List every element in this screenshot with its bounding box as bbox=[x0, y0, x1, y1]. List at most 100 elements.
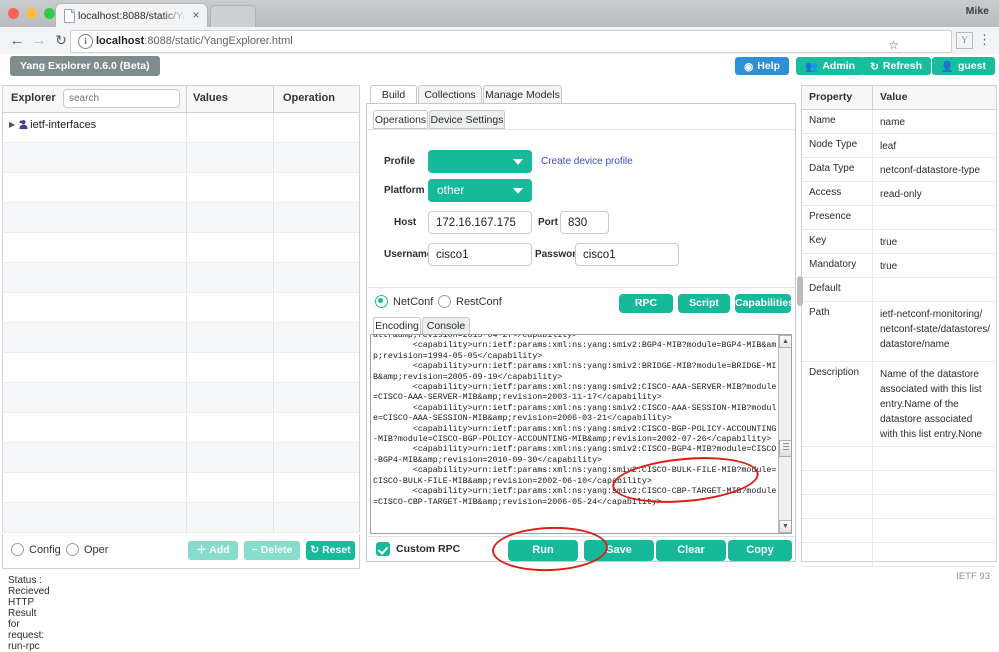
xml-output-textarea[interactable]: attr&amp;revision=2015-04-27</capability… bbox=[370, 334, 792, 534]
extension-icon[interactable]: Y bbox=[956, 32, 973, 49]
cell-divider bbox=[186, 413, 187, 442]
rpc-button[interactable]: RPC bbox=[619, 294, 673, 313]
property-value: name bbox=[880, 117, 906, 128]
cell-divider bbox=[186, 443, 187, 472]
protocol-row: NetConf RestConf RPC Script Capabilities bbox=[368, 287, 794, 317]
reload-icon[interactable]: ↻ bbox=[52, 32, 70, 49]
create-device-profile-link[interactable]: Create device profile bbox=[541, 156, 633, 167]
tab-encoding[interactable]: Encoding bbox=[373, 317, 421, 335]
address-bar[interactable]: i localhost:8088/static/YangExplorer.htm… bbox=[70, 30, 952, 53]
property-panel-header: Property Value bbox=[802, 86, 996, 110]
property-row[interactable] bbox=[802, 519, 996, 543]
property-row[interactable] bbox=[802, 495, 996, 519]
refresh-icon: ↻ bbox=[870, 61, 879, 73]
property-row[interactable] bbox=[802, 447, 996, 471]
config-radio-label: Config bbox=[29, 544, 61, 556]
property-row[interactable]: Path ietf-netconf-monitoring/ netconf-sta… bbox=[802, 302, 996, 362]
browser-menu-icon[interactable]: ⋮ bbox=[978, 31, 991, 48]
restconf-radio[interactable] bbox=[438, 295, 451, 308]
device-form: Profile Create device profile Platform o… bbox=[368, 129, 794, 288]
forward-icon[interactable]: → bbox=[30, 32, 48, 49]
browser-tab-active[interactable]: localhost:8088/static/YangExplorer.html … bbox=[55, 3, 208, 28]
minimize-window-button[interactable] bbox=[26, 8, 37, 19]
table-row bbox=[3, 443, 359, 473]
table-row bbox=[3, 293, 359, 323]
row-divider bbox=[872, 278, 873, 301]
cell-divider bbox=[273, 173, 274, 202]
refresh-button[interactable]: ↻ Refresh bbox=[861, 57, 931, 75]
header-divider bbox=[186, 86, 187, 112]
search-input[interactable] bbox=[63, 89, 180, 108]
save-button[interactable]: Save bbox=[584, 540, 654, 561]
property-row[interactable]: Data Type netconf-datastore-type bbox=[802, 158, 996, 182]
xml-scrollbar[interactable]: ▲ ▼ bbox=[778, 335, 791, 533]
help-button[interactable]: ◉ Help bbox=[735, 57, 789, 75]
delete-button[interactable]: − Delete bbox=[244, 541, 300, 560]
cell-divider bbox=[186, 173, 187, 202]
tree-row[interactable]: ▶ ietf-interfaces bbox=[3, 113, 359, 143]
property-row[interactable] bbox=[802, 471, 996, 495]
browser-urlbar: ← → ↻ i localhost:8088/static/YangExplor… bbox=[0, 27, 999, 55]
back-icon[interactable]: ← bbox=[8, 32, 26, 49]
profile-select[interactable] bbox=[428, 150, 532, 173]
tab-console[interactable]: Console bbox=[422, 317, 470, 335]
username-input[interactable] bbox=[428, 243, 532, 266]
property-row[interactable]: Access read-only bbox=[802, 182, 996, 206]
script-button[interactable]: Script bbox=[678, 294, 730, 313]
admin-button[interactable]: 👥 Admin bbox=[796, 57, 864, 75]
port-input[interactable] bbox=[560, 211, 609, 234]
capabilities-button[interactable]: Capabilities bbox=[735, 294, 794, 313]
reset-icon: ↻ bbox=[310, 544, 320, 556]
reset-button[interactable]: ↻ Reset bbox=[306, 541, 355, 560]
tab-build[interactable]: Build bbox=[370, 85, 417, 104]
property-row[interactable]: Presence bbox=[802, 206, 996, 230]
property-value: true bbox=[880, 261, 898, 272]
browser-tab-inactive[interactable] bbox=[210, 5, 256, 28]
delete-button-label: Delete bbox=[260, 544, 293, 556]
address-bar-url: localhost:8088/static/YangExplorer.html bbox=[96, 34, 293, 49]
scroll-up-icon[interactable]: ▲ bbox=[779, 335, 791, 348]
property-row[interactable] bbox=[802, 543, 996, 567]
tab-collections[interactable]: Collections bbox=[418, 85, 482, 104]
property-row[interactable]: Name name bbox=[802, 110, 996, 134]
guest-user-button[interactable]: 👤 guest bbox=[931, 57, 995, 75]
property-value: ietf-netconf-monitoring/ netconf-state/d… bbox=[880, 309, 991, 350]
port-label: Port bbox=[538, 217, 558, 228]
host-input[interactable] bbox=[428, 211, 532, 234]
scroll-down-icon[interactable]: ▼ bbox=[779, 520, 791, 533]
panel-scrollbar[interactable] bbox=[797, 276, 803, 306]
site-info-icon[interactable]: i bbox=[78, 34, 93, 49]
copy-button[interactable]: Copy bbox=[728, 540, 792, 561]
property-row[interactable]: Node Type leaf bbox=[802, 134, 996, 158]
bookmark-star-icon[interactable]: ☆ bbox=[888, 38, 899, 52]
chevron-right-icon[interactable]: ▶ bbox=[9, 120, 15, 129]
plus-icon: ＋ bbox=[196, 544, 207, 556]
config-radio[interactable] bbox=[11, 543, 24, 556]
close-window-button[interactable] bbox=[8, 8, 19, 19]
oper-radio[interactable] bbox=[66, 543, 79, 556]
password-input[interactable] bbox=[575, 243, 679, 266]
add-button[interactable]: ＋ Add bbox=[188, 541, 238, 560]
explorer-title: Explorer bbox=[11, 92, 56, 104]
subtab-device-settings[interactable]: Device Settings bbox=[429, 110, 505, 129]
maximize-window-button[interactable] bbox=[44, 8, 55, 19]
platform-select[interactable]: other bbox=[428, 179, 532, 202]
scrollbar-thumb[interactable] bbox=[779, 440, 791, 457]
property-row[interactable]: Default bbox=[802, 278, 996, 302]
custom-rpc-checkbox[interactable] bbox=[376, 542, 390, 556]
cell-divider bbox=[186, 143, 187, 172]
property-row[interactable]: Key true bbox=[802, 230, 996, 254]
tab-manage-models[interactable]: Manage Models bbox=[483, 85, 562, 104]
netconf-radio[interactable] bbox=[375, 295, 388, 308]
close-tab-icon[interactable]: × bbox=[190, 8, 202, 22]
run-button[interactable]: Run bbox=[508, 540, 578, 561]
custom-rpc-label: Custom RPC bbox=[396, 543, 461, 555]
property-row[interactable]: Description Name of the datastore associa… bbox=[802, 362, 996, 447]
username-label: Username bbox=[384, 249, 433, 260]
subtab-operations[interactable]: Operations bbox=[373, 110, 428, 129]
tree-item-ietf-interfaces[interactable]: ▶ ietf-interfaces bbox=[9, 119, 96, 131]
cell-divider bbox=[273, 203, 274, 232]
property-row[interactable]: Mandatory true bbox=[802, 254, 996, 278]
clear-button[interactable]: Clear bbox=[656, 540, 726, 561]
platform-select-value: other bbox=[437, 183, 465, 197]
